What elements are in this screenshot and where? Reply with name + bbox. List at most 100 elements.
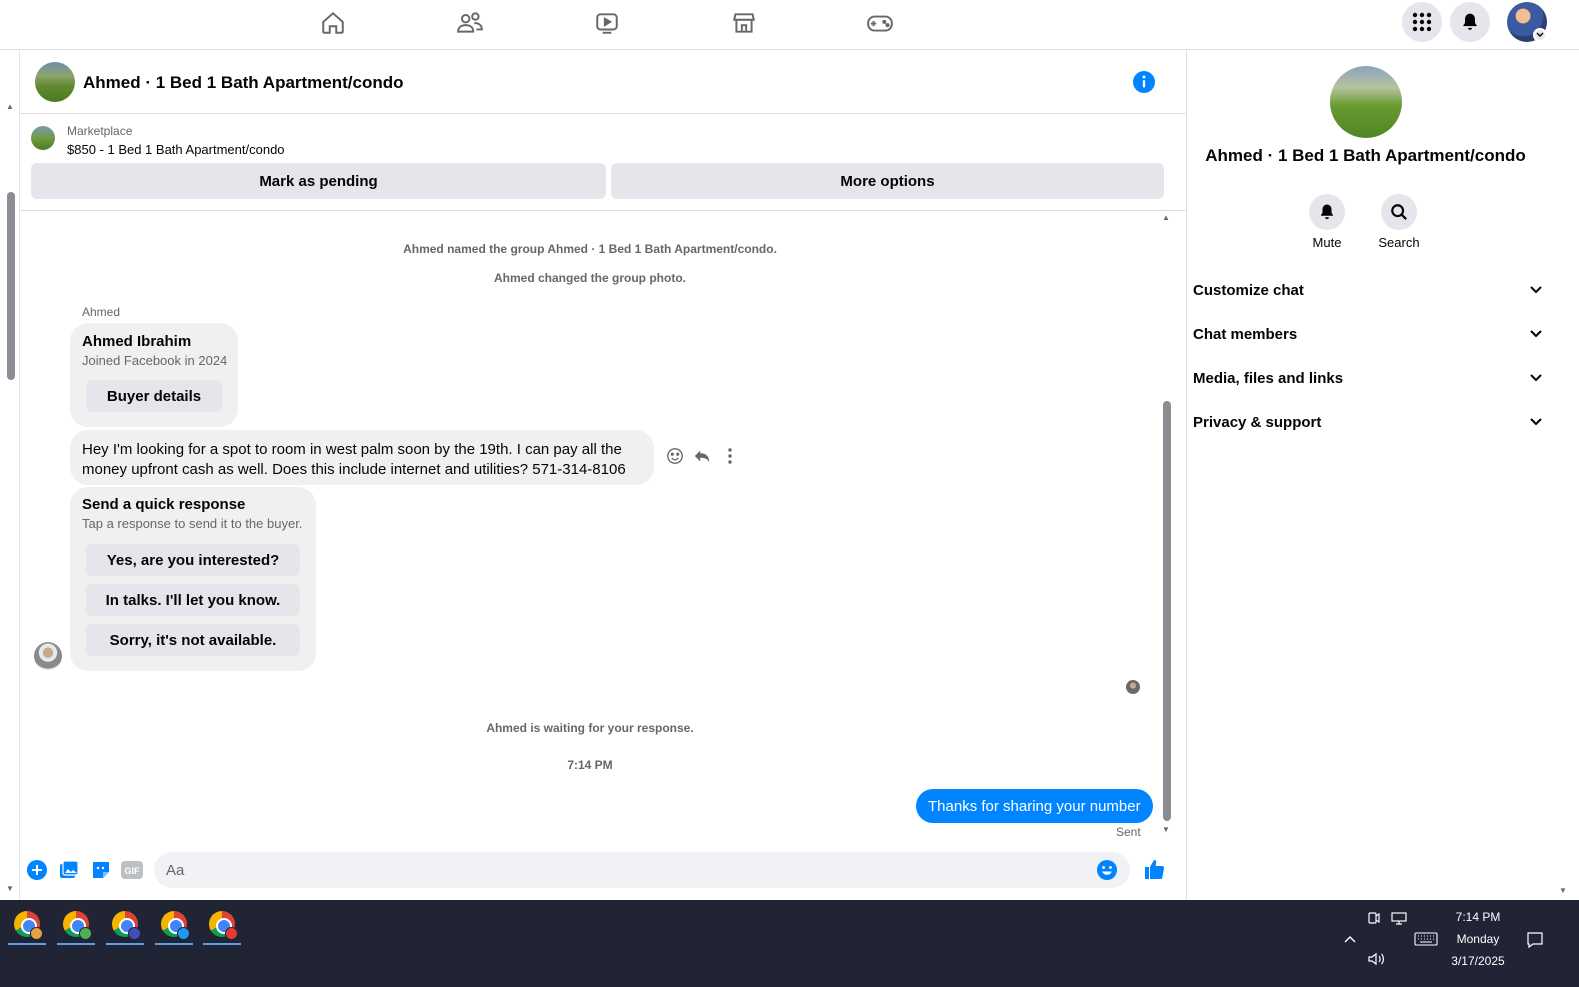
- message-input-wrapper: [154, 852, 1130, 888]
- chat-members-section[interactable]: Chat members: [1193, 316, 1543, 352]
- section-label: Privacy & support: [1193, 413, 1322, 431]
- chat-panel: Ahmed · 1 Bed 1 Bath Apartment/condo Mar…: [20, 50, 1187, 900]
- message-status: Sent: [1116, 825, 1141, 839]
- timestamp: 7:14 PM: [567, 758, 613, 772]
- scroll-down-arrow-icon[interactable]: ▼: [1559, 886, 1567, 895]
- more-vertical-icon[interactable]: [718, 444, 742, 468]
- windows-taskbar: 7:14 PM Monday 3/17/2025: [0, 900, 1579, 987]
- chrome-profile-4-icon[interactable]: [155, 906, 193, 945]
- chat-scrollbar[interactable]: ▲ ▼: [1160, 211, 1174, 841]
- buyer-card: Ahmed Ibrahim Joined Facebook in 2024 Bu…: [70, 323, 238, 427]
- chevron-down-icon: [1530, 286, 1542, 294]
- scroll-down-arrow-icon[interactable]: ▼: [6, 884, 14, 893]
- chrome-profile-1-icon[interactable]: [8, 906, 46, 945]
- message-list: Ahmed named the group Ahmed · 1 Bed 1 Ba…: [20, 211, 1186, 851]
- mute-label: Mute: [1312, 235, 1342, 250]
- photo-icon[interactable]: [58, 859, 80, 881]
- quick-response-subtitle: Tap a response to send it to the buyer.: [82, 516, 303, 531]
- chevron-down-icon: [1530, 418, 1542, 426]
- scrollbar-thumb[interactable]: [7, 192, 15, 380]
- group-photo-large[interactable]: [1330, 66, 1402, 138]
- chrome-profile-5-icon[interactable]: [203, 906, 241, 945]
- info-icon[interactable]: [1133, 71, 1155, 93]
- quick-response-card: Send a quick response Tap a response to …: [70, 487, 316, 671]
- chevron-up-icon[interactable]: [1343, 932, 1357, 947]
- search-icon[interactable]: [1381, 194, 1417, 230]
- friends-icon[interactable]: [453, 8, 487, 38]
- customize-chat-section[interactable]: Customize chat: [1193, 272, 1543, 308]
- system-message: Ahmed changed the group photo.: [494, 271, 686, 285]
- message-composer: GIF: [20, 850, 1186, 900]
- quick-response-option[interactable]: Sorry, it's not available.: [86, 624, 300, 656]
- keyboard-icon[interactable]: [1414, 932, 1438, 949]
- bell-icon[interactable]: [1309, 194, 1345, 230]
- group-name: Ahmed · 1 Bed 1 Bath Apartment/condo: [1205, 146, 1526, 165]
- network-tray-icon[interactable]: [1391, 911, 1407, 928]
- media-files-links-section[interactable]: Media, files and links: [1193, 360, 1543, 396]
- privacy-support-section[interactable]: Privacy & support: [1193, 404, 1543, 440]
- group-photo[interactable]: [35, 62, 75, 102]
- section-label: Customize chat: [1193, 281, 1304, 299]
- chrome-profile-3-icon[interactable]: [106, 906, 144, 945]
- chevron-down-icon: [1530, 330, 1542, 338]
- svg-text:GIF: GIF: [125, 866, 141, 876]
- sender-avatar[interactable]: [34, 642, 62, 670]
- chat-header: Ahmed · 1 Bed 1 Bath Apartment/condo: [20, 50, 1186, 114]
- listing-thumbnail[interactable]: [31, 126, 55, 150]
- react-emoji-icon[interactable]: [663, 444, 687, 468]
- clock-time[interactable]: 7:14 PM: [1450, 910, 1506, 924]
- search-button[interactable]: Search: [1369, 194, 1429, 250]
- scroll-up-arrow-icon[interactable]: ▲: [1162, 213, 1170, 222]
- more-options-button[interactable]: More options: [611, 163, 1164, 199]
- system-message: Ahmed named the group Ahmed · 1 Bed 1 Ba…: [403, 242, 777, 256]
- quick-response-option[interactable]: In talks. I'll let you know.: [86, 584, 300, 616]
- reply-icon[interactable]: [690, 444, 714, 468]
- scrollbar-thumb[interactable]: [1163, 401, 1171, 821]
- chevron-down-icon: [1530, 374, 1542, 382]
- sticker-icon[interactable]: [90, 859, 112, 881]
- gif-icon[interactable]: GIF: [121, 859, 143, 881]
- marketplace-label: Marketplace: [67, 124, 133, 138]
- clock-date[interactable]: 3/17/2025: [1446, 954, 1510, 968]
- home-icon[interactable]: [316, 8, 350, 38]
- sender-name: Ahmed: [82, 305, 121, 319]
- quick-response-option[interactable]: Yes, are you interested?: [86, 544, 300, 576]
- message-input[interactable]: [166, 852, 1086, 888]
- listing-title[interactable]: $850 - 1 Bed 1 Bath Apartment/condo: [67, 142, 285, 157]
- gaming-icon[interactable]: [863, 8, 897, 38]
- buyer-details-button[interactable]: Buyer details: [86, 380, 222, 412]
- seen-indicator-avatar: [1126, 680, 1140, 694]
- message-actions: [663, 444, 743, 468]
- search-label: Search: [1378, 235, 1420, 250]
- volume-icon[interactable]: [1367, 952, 1385, 969]
- incoming-message[interactable]: Hey I'm looking for a spot to room in we…: [70, 430, 654, 485]
- system-message: Ahmed is waiting for your response.: [486, 721, 694, 735]
- marketplace-icon[interactable]: [727, 8, 761, 38]
- menu-grid-icon[interactable]: [1402, 2, 1442, 42]
- mute-button[interactable]: Mute: [1297, 194, 1357, 250]
- message-text: Hey I'm looking for a spot to room in we…: [82, 441, 626, 478]
- buyer-joined: Joined Facebook in 2024: [82, 353, 228, 368]
- outgoing-message[interactable]: Thanks for sharing your number: [916, 789, 1153, 823]
- page-scrollbar[interactable]: ▲ ▼: [0, 50, 20, 900]
- mark-as-pending-button[interactable]: Mark as pending: [31, 163, 606, 199]
- notification-center-icon[interactable]: [1526, 931, 1544, 952]
- notifications-bell-icon[interactable]: [1450, 2, 1490, 42]
- section-label: Chat members: [1193, 325, 1298, 343]
- clock-day[interactable]: Monday: [1450, 932, 1506, 946]
- chevron-down-icon[interactable]: [1533, 28, 1547, 42]
- buyer-name: Ahmed Ibrahim: [82, 333, 192, 350]
- add-attachment-icon[interactable]: [26, 859, 48, 881]
- emoji-icon[interactable]: [1096, 859, 1118, 881]
- chat-title[interactable]: Ahmed · 1 Bed 1 Bath Apartment/condo: [83, 73, 404, 93]
- quick-response-title: Send a quick response: [82, 496, 246, 513]
- scroll-down-arrow-icon[interactable]: ▼: [1162, 825, 1170, 834]
- camera-tray-icon[interactable]: [1367, 911, 1381, 928]
- section-label: Media, files and links: [1193, 369, 1344, 387]
- chrome-profile-2-icon[interactable]: [57, 906, 95, 945]
- scroll-up-arrow-icon[interactable]: ▲: [6, 102, 14, 111]
- marketplace-listing-bar: Marketplace $850 - 1 Bed 1 Bath Apartmen…: [20, 114, 1186, 211]
- top-navigation: [0, 0, 1579, 50]
- like-thumb-icon[interactable]: [1142, 857, 1166, 881]
- video-icon[interactable]: [590, 8, 624, 38]
